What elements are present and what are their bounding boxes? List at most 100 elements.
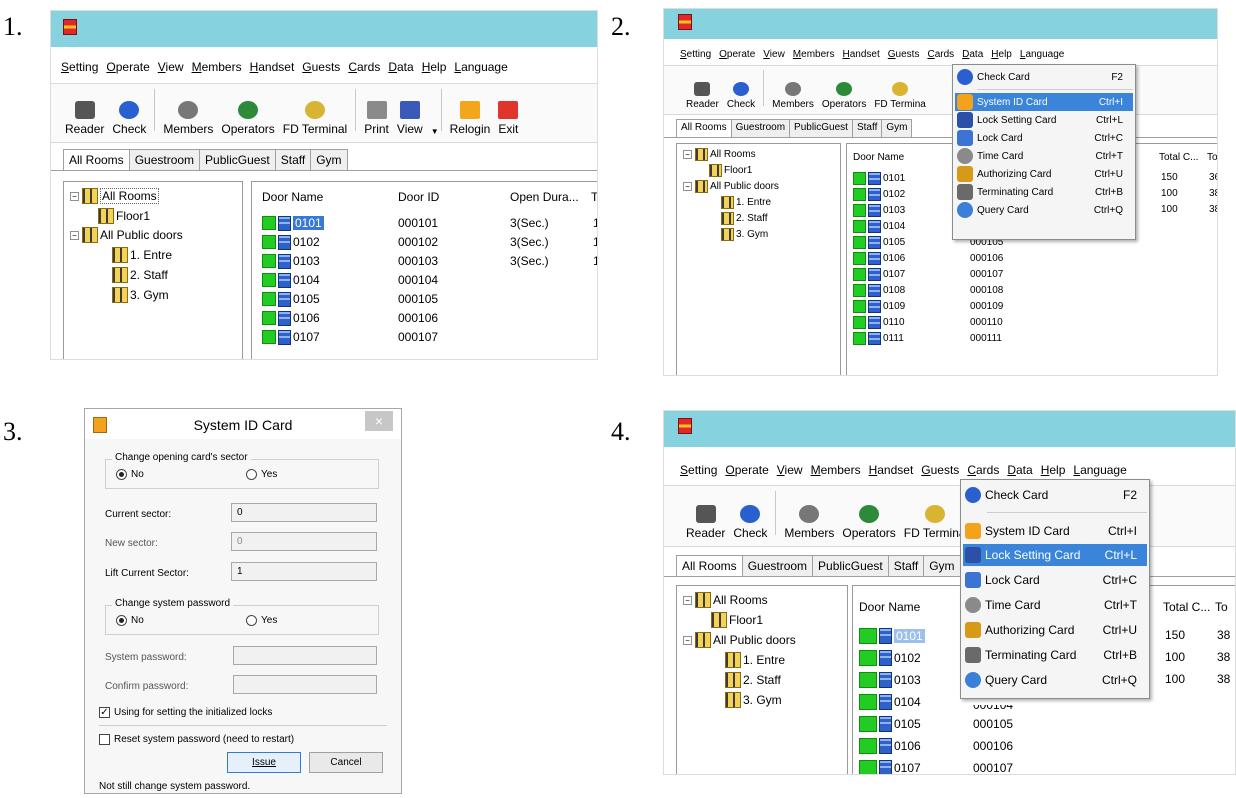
- menu-operate[interactable]: Operate: [719, 49, 755, 60]
- menu-item-lock-setting-card[interactable]: Lock Setting Card Ctrl+L: [963, 544, 1147, 566]
- reader-button[interactable]: Reader: [686, 505, 725, 540]
- tree-node-staff[interactable]: 2. Staff: [725, 672, 781, 688]
- close-button[interactable]: ×: [365, 411, 393, 431]
- collapse-icon[interactable]: −: [683, 150, 692, 159]
- tree-node-staff[interactable]: 2. Staff: [721, 212, 768, 225]
- table-row[interactable]: 0104000104: [252, 271, 597, 289]
- check-button[interactable]: Check: [727, 82, 755, 110]
- table-row[interactable]: 0107 000107: [847, 266, 1217, 282]
- menu-handset[interactable]: Handset: [843, 49, 880, 60]
- tab-guestroom[interactable]: Guestroom: [128, 149, 201, 170]
- column-door-id[interactable]: Door ID: [398, 190, 439, 204]
- menu-item-query-card[interactable]: Query Card Ctrl+Q: [955, 201, 1133, 219]
- menu-item-check-card[interactable]: Check Card F2: [963, 484, 1147, 506]
- tree-node-all-public-doors[interactable]: − All Public doors: [70, 227, 183, 243]
- column-door-name[interactable]: Door Name: [859, 600, 920, 614]
- tab-guestroom[interactable]: Guestroom: [741, 555, 814, 576]
- tree-node-staff[interactable]: 2. Staff: [112, 267, 168, 283]
- reader-button[interactable]: Reader: [686, 82, 719, 110]
- table-row[interactable]: 0106 000106: [853, 736, 1235, 756]
- reader-button[interactable]: Reader: [65, 101, 104, 136]
- view-button[interactable]: View: [397, 101, 423, 136]
- tree-node-entre[interactable]: 1. Entre: [721, 196, 771, 209]
- collapse-icon[interactable]: −: [70, 191, 79, 201]
- menu-data[interactable]: Data: [962, 49, 983, 60]
- menu-item-authorizing-card[interactable]: Authorizing Card Ctrl+U: [955, 165, 1133, 183]
- menu-guests[interactable]: Guests: [302, 60, 340, 74]
- check-button[interactable]: Check: [733, 505, 767, 540]
- column-total-c[interactable]: Total C...: [1163, 600, 1210, 614]
- menu-handset[interactable]: Handset: [250, 60, 295, 74]
- tab-staff[interactable]: Staff: [851, 119, 883, 137]
- password-yes-radio[interactable]: Yes: [246, 615, 277, 626]
- menu-data[interactable]: Data: [1007, 463, 1032, 477]
- tab-gym[interactable]: Gym: [923, 555, 961, 576]
- menu-item-time-card[interactable]: Time Card Ctrl+T: [963, 594, 1147, 616]
- lift-sector-field[interactable]: 1: [231, 562, 377, 581]
- menu-item-terminating-card[interactable]: Terminating Card Ctrl+B: [955, 183, 1133, 201]
- fd-terminal-button[interactable]: FD Termina: [874, 82, 926, 110]
- menu-setting[interactable]: Setting: [680, 463, 717, 477]
- menu-guests[interactable]: Guests: [921, 463, 959, 477]
- menu-help[interactable]: Help: [1041, 463, 1066, 477]
- menu-help[interactable]: Help: [422, 60, 447, 74]
- menu-item-terminating-card[interactable]: Terminating Card Ctrl+B: [963, 644, 1147, 666]
- menu-language[interactable]: Language: [454, 60, 507, 74]
- menu-item-lock-card[interactable]: Lock Card Ctrl+C: [955, 129, 1133, 147]
- tab-all-rooms[interactable]: All Rooms: [676, 555, 743, 576]
- view-dropdown[interactable]: ▼: [431, 127, 439, 136]
- cancel-button[interactable]: Cancel: [309, 752, 383, 773]
- menu-setting[interactable]: Setting: [61, 60, 98, 74]
- table-row[interactable]: 01030001033(Sec.)1(: [252, 252, 597, 270]
- menu-help[interactable]: Help: [991, 49, 1012, 60]
- new-sector-field[interactable]: 0: [231, 532, 377, 551]
- menu-setting[interactable]: Setting: [680, 49, 711, 60]
- menu-guests[interactable]: Guests: [888, 49, 920, 60]
- table-row[interactable]: 01010001013(Sec.)1!: [252, 214, 597, 232]
- menu-members[interactable]: Members: [192, 60, 242, 74]
- issue-button[interactable]: Issue: [227, 752, 301, 773]
- menu-item-system-id-card[interactable]: System ID Card Ctrl+I: [955, 93, 1133, 111]
- table-row[interactable]: 0109 000109: [847, 298, 1217, 314]
- column-door-name[interactable]: Door Name: [262, 190, 323, 204]
- column-to[interactable]: To: [1215, 600, 1228, 614]
- menu-item-lock-setting-card[interactable]: Lock Setting Card Ctrl+L: [955, 111, 1133, 129]
- table-row[interactable]: 0105 000105: [252, 290, 597, 308]
- sector-yes-radio[interactable]: Yes: [246, 469, 277, 480]
- menu-members[interactable]: Members: [811, 463, 861, 477]
- column-open-duration[interactable]: Open Dura...: [510, 190, 579, 204]
- relogin-button[interactable]: Relogin: [450, 101, 490, 136]
- tab-guestroom[interactable]: Guestroom: [730, 119, 791, 137]
- using-initialized-checkbox[interactable]: ✓ Using for setting the initialized locks: [99, 707, 272, 718]
- menu-cards[interactable]: Cards: [927, 49, 954, 60]
- tree-node-gym[interactable]: 3. Gym: [725, 692, 782, 708]
- reset-password-checkbox[interactable]: Reset system password (need to restart): [99, 734, 294, 745]
- menu-data[interactable]: Data: [388, 60, 413, 74]
- table-row[interactable]: 0107 000107: [853, 758, 1235, 774]
- menu-language[interactable]: Language: [1073, 463, 1126, 477]
- menu-view[interactable]: View: [158, 60, 184, 74]
- column-total-c[interactable]: Total C...: [1159, 152, 1198, 163]
- menu-item-check-card[interactable]: Check Card F2: [955, 68, 1133, 86]
- menu-item-time-card[interactable]: Time Card Ctrl+T: [955, 147, 1133, 165]
- collapse-icon[interactable]: −: [683, 635, 692, 645]
- check-button[interactable]: Check: [112, 101, 146, 136]
- confirm-password-field[interactable]: [233, 675, 377, 694]
- menu-language[interactable]: Language: [1020, 49, 1065, 60]
- members-button[interactable]: Members: [163, 101, 213, 136]
- system-password-field[interactable]: [233, 646, 377, 665]
- tree-node-entre[interactable]: 1. Entre: [112, 247, 172, 263]
- tree-node-all-rooms[interactable]: − All Rooms: [70, 188, 159, 204]
- menu-view[interactable]: View: [763, 49, 785, 60]
- tab-all-rooms[interactable]: All Rooms: [63, 149, 130, 170]
- current-sector-field[interactable]: 0: [231, 503, 377, 522]
- print-button[interactable]: Print: [364, 101, 389, 136]
- menu-operate[interactable]: Operate: [725, 463, 768, 477]
- table-row[interactable]: 0106 000106: [252, 309, 597, 327]
- collapse-icon[interactable]: −: [70, 230, 79, 240]
- menu-cards[interactable]: Cards: [348, 60, 380, 74]
- members-button[interactable]: Members: [772, 82, 814, 110]
- exit-button[interactable]: Exit: [498, 101, 518, 136]
- menu-handset[interactable]: Handset: [869, 463, 914, 477]
- operators-button[interactable]: Operators: [842, 505, 896, 540]
